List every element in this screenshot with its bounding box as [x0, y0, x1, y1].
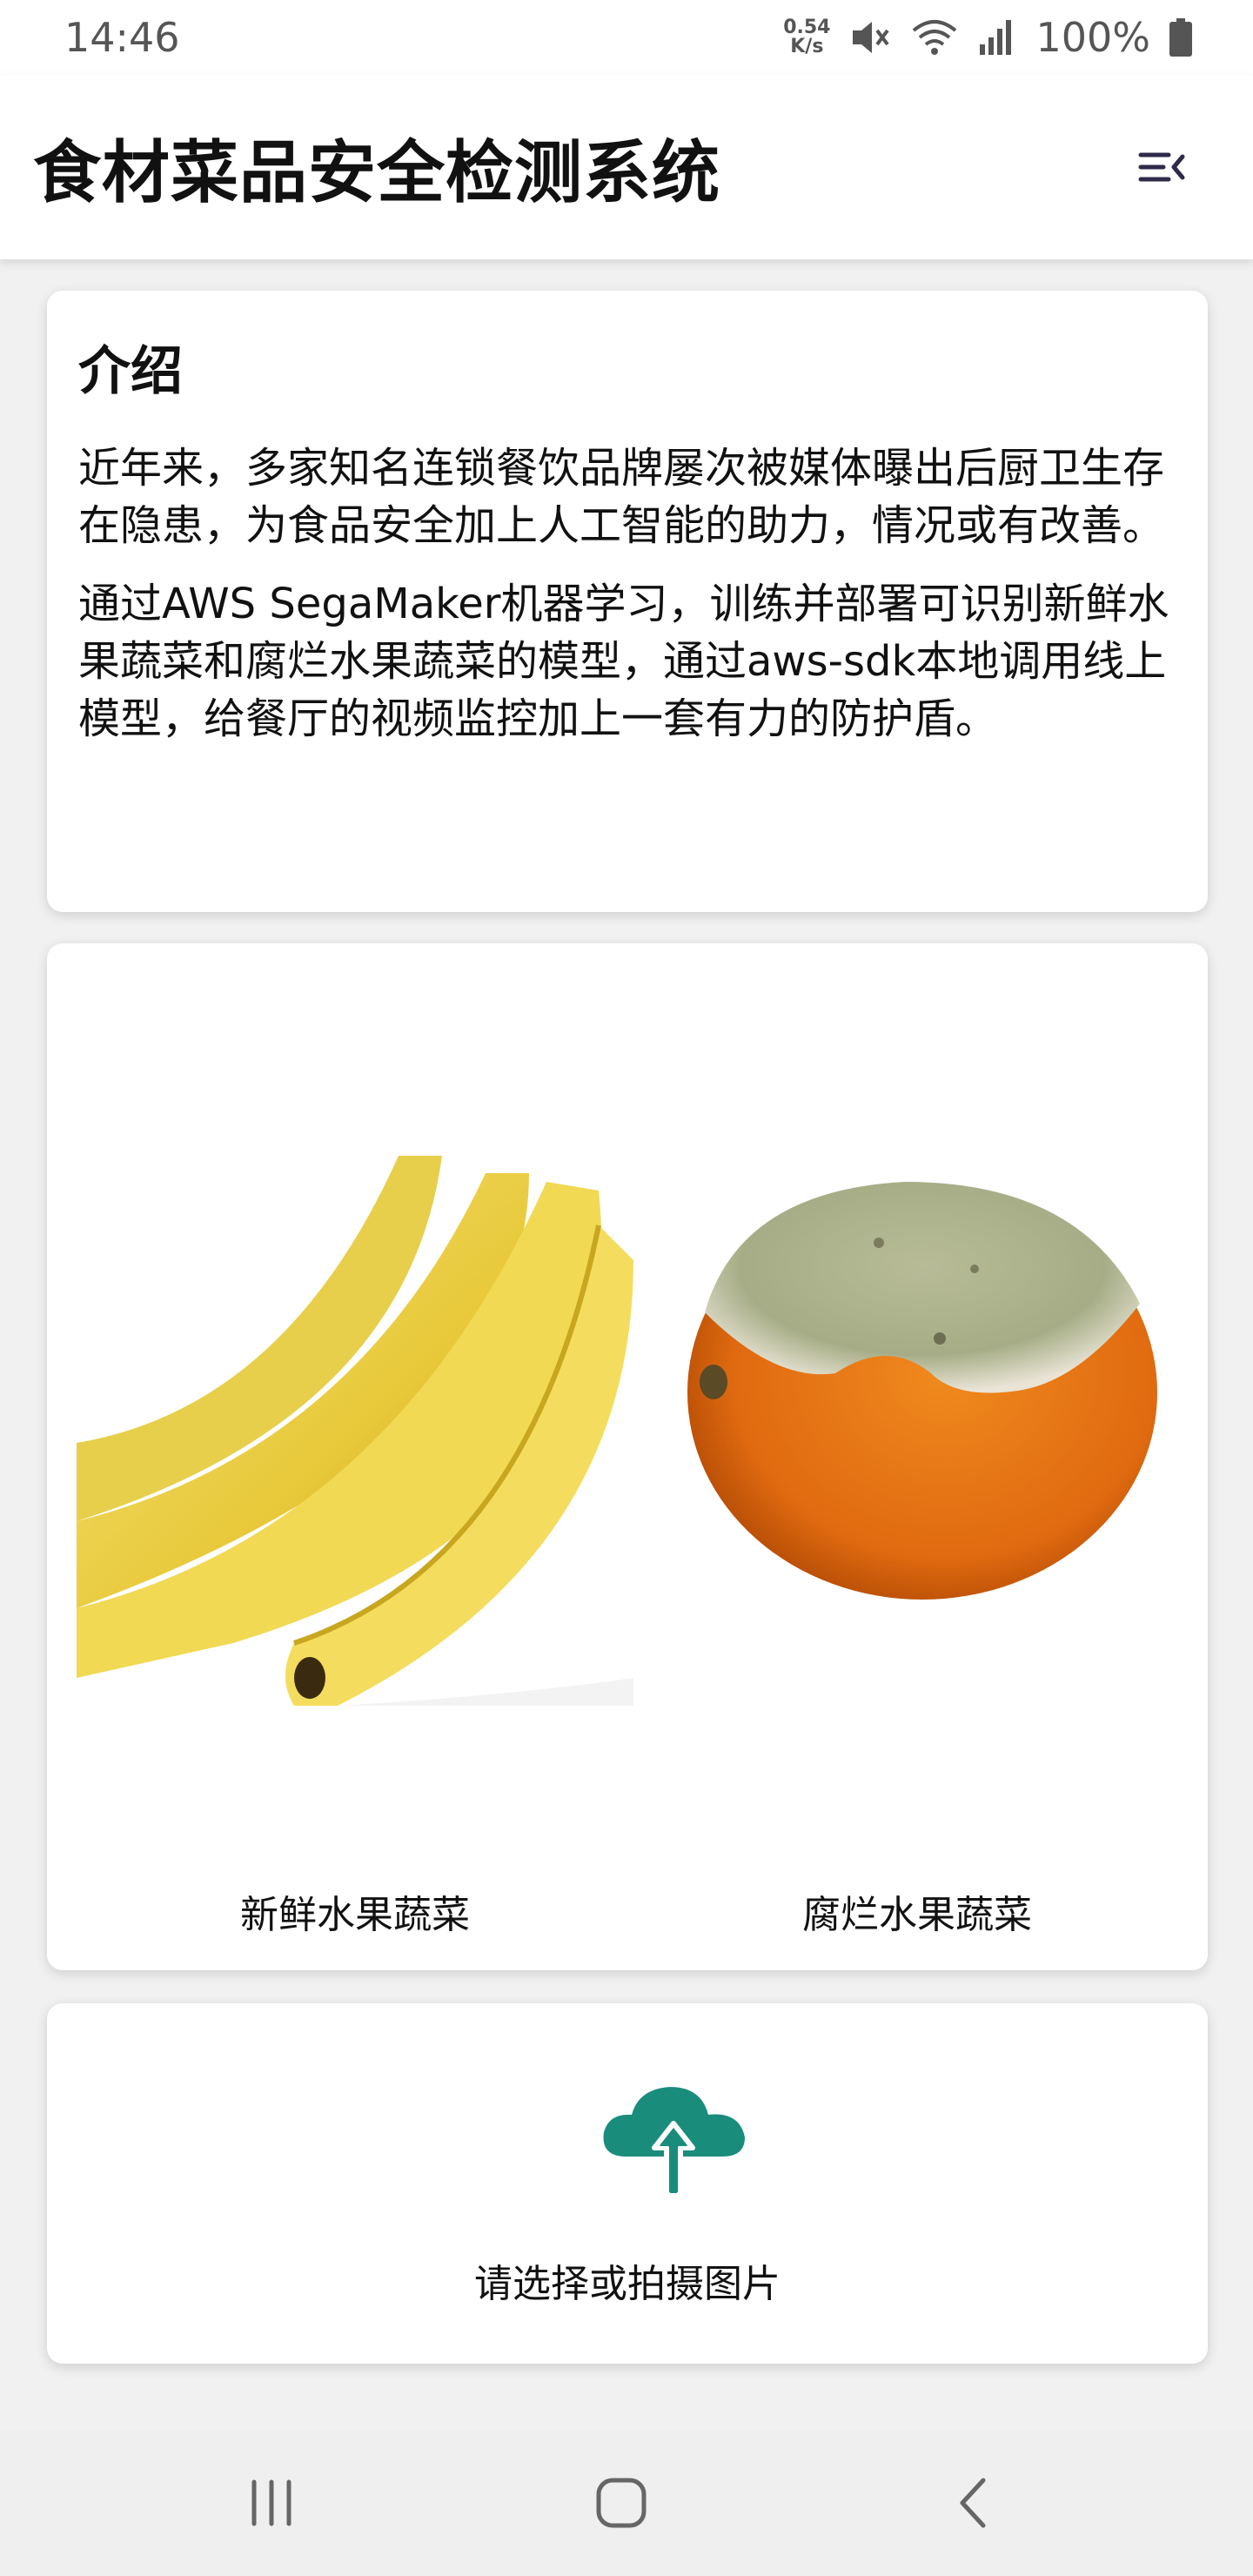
fresh-banana-image: [77, 1156, 633, 1706]
fresh-caption: 新鲜水果蔬菜: [240, 1893, 470, 1937]
battery-level: 100%: [1035, 14, 1150, 61]
menu-collapse-icon: [1138, 152, 1185, 182]
menu-button[interactable]: [1131, 137, 1192, 198]
upload-label[interactable]: 请选择或拍摄图片: [47, 2252, 1208, 2308]
upload-card[interactable]: 请选择或拍摄图片: [47, 2003, 1208, 2364]
examples-card: 新鲜水果蔬菜 腐烂水果蔬菜: [47, 943, 1208, 1970]
status-bar: 14:46 0.54 K/s 100%: [0, 0, 1253, 75]
system-nav-bar: [0, 2430, 1253, 2576]
network-speed-value: 0.54: [783, 17, 831, 38]
intro-paragraph: 通过AWS SegaMaker机器学习，训练并部署可识别新鲜水果蔬菜和腐烂水果蔬…: [78, 580, 1169, 743]
intro-card: 介绍 近年来，多家知名连锁餐饮品牌屡次被媒体曝出后厨卫生存在隐患，为食品安全加上…: [47, 291, 1208, 912]
home-button[interactable]: [586, 2468, 656, 2538]
recent-apps-button[interactable]: [237, 2468, 306, 2538]
status-time: 14:46: [64, 14, 180, 61]
app-title: 食材菜品安全检测系统: [33, 134, 721, 212]
intro-paragraph: 近年来，多家知名连锁餐饮品牌屡次被媒体曝出后厨卫生存在隐患，为食品安全加上人工智…: [78, 444, 1165, 550]
cloud-upload-icon[interactable]: [600, 2083, 747, 2198]
network-speed: 0.54 K/s: [783, 18, 830, 57]
recent-apps-icon: [251, 2479, 291, 2526]
back-button[interactable]: [938, 2468, 1008, 2538]
mute-icon: [853, 22, 890, 53]
rotten-caption: 腐烂水果蔬菜: [802, 1893, 1032, 1937]
signal-icon: [980, 20, 1012, 55]
home-icon: [596, 2478, 647, 2528]
app-bar: 食材菜品安全检测系统: [0, 75, 1253, 259]
wifi-icon: [913, 20, 957, 55]
status-icons: 0.54 K/s 100%: [783, 14, 1192, 61]
intro-title: 介绍: [78, 341, 183, 402]
back-icon: [960, 2478, 986, 2528]
rotten-orange-image: [670, 1156, 1192, 1706]
network-speed-unit: K/s: [790, 36, 824, 57]
battery-icon: [1169, 18, 1192, 57]
